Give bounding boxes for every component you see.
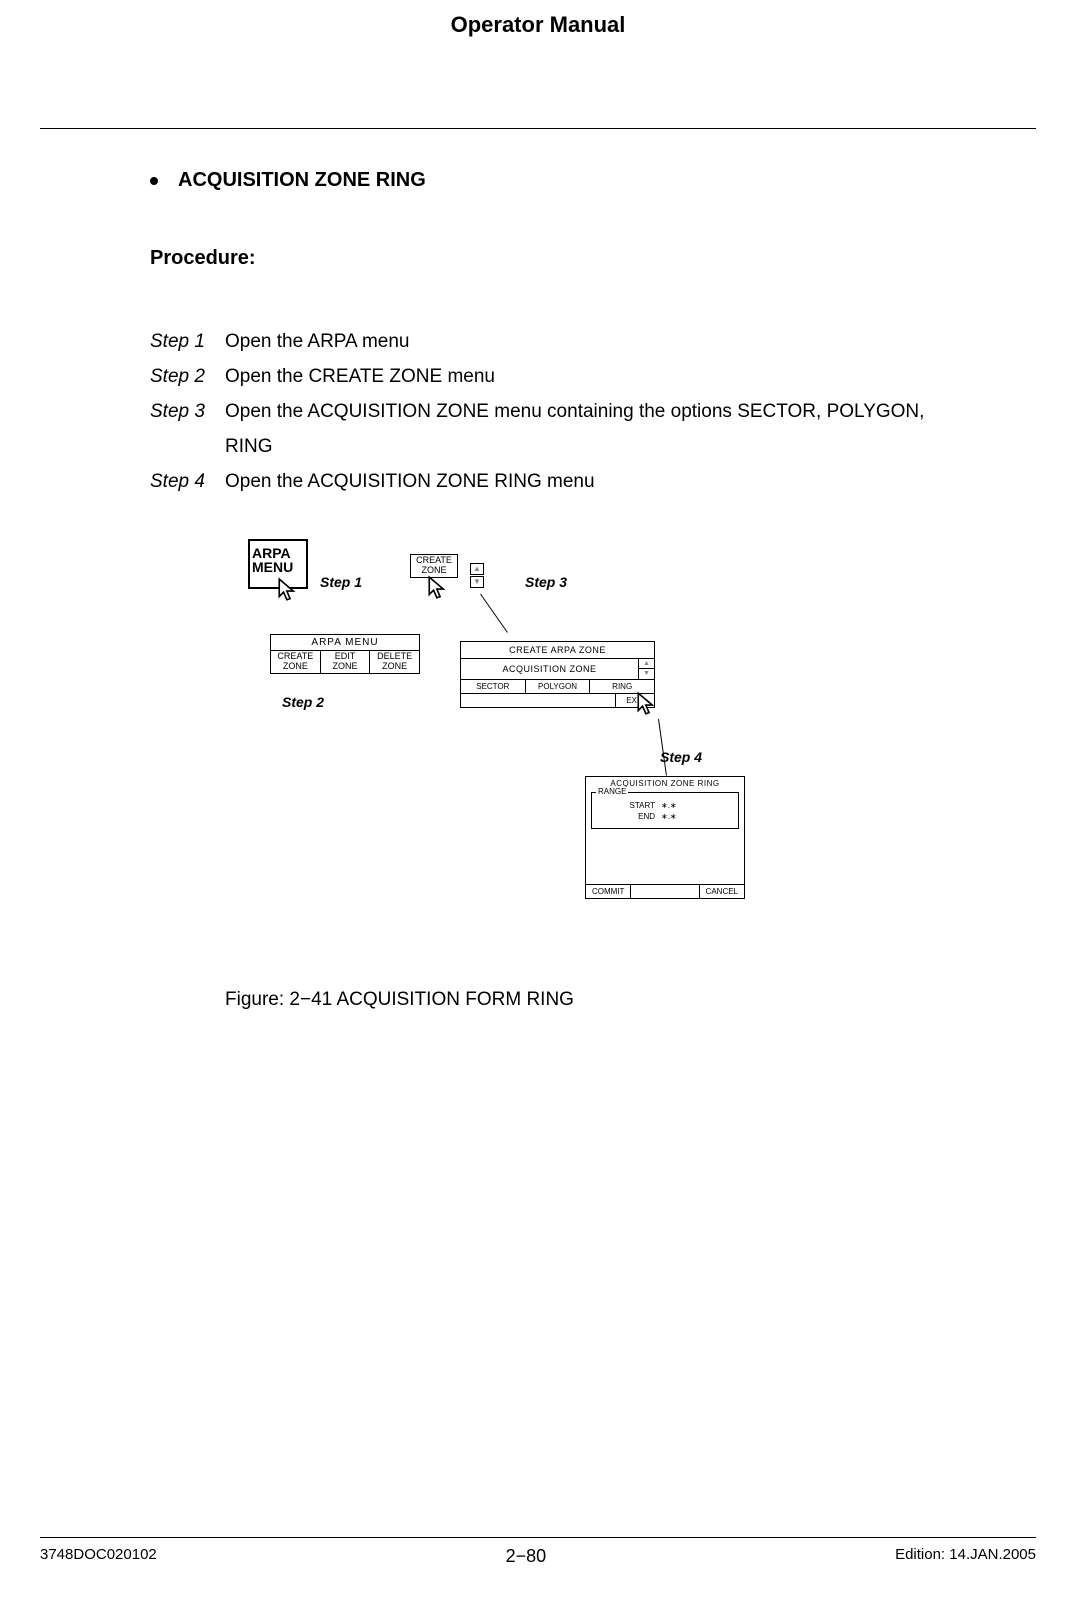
step3-callout: Step 3 <box>525 574 567 590</box>
figure-diagram: ARPA MENU Step 1 ARPA MENU CREATEZONE ED… <box>240 539 976 979</box>
divider-top <box>40 128 1036 129</box>
cursor-icon <box>276 577 302 603</box>
caz-title: CREATE ARPA ZONE <box>461 642 654 658</box>
step4-callout: Step 4 <box>660 749 702 765</box>
arpa-submenu-title: ARPA MENU <box>271 635 419 650</box>
scroll-arrows: ▲ ▼ <box>470 563 486 589</box>
step-row: Step 1 Open the ARPA menu <box>150 325 976 359</box>
create-arpa-zone-menu: CREATE ARPA ZONE ACQUISITION ZONE ▲ ▼ SE… <box>460 641 655 708</box>
page-header: Operator Manual <box>0 0 1076 128</box>
cancel-button[interactable]: CANCEL <box>699 885 744 898</box>
step-text: Open the ACQUISITION ZONE menu containin… <box>225 395 976 463</box>
scroll-up-icon[interactable]: ▲ <box>639 659 654 669</box>
scroll-down-icon[interactable]: ▼ <box>470 576 484 588</box>
arpa-menu-line1: ARPA <box>252 546 304 560</box>
range-label: RANGE <box>596 787 628 796</box>
section-title-text: ACQUISITION ZONE RING <box>178 169 426 192</box>
divider-bottom <box>40 1537 1036 1538</box>
scroll-down-icon[interactable]: ▼ <box>639 669 654 679</box>
step-label: Step 4 <box>150 465 225 499</box>
arpa-submenu-panel: ARPA MENU CREATEZONE EDITZONE DELETEZONE <box>270 634 420 674</box>
commit-button[interactable]: COMMIT <box>586 885 631 898</box>
steps-list: Step 1 Open the ARPA menu Step 2 Open th… <box>150 325 976 499</box>
submenu-edit-zone[interactable]: EDITZONE <box>321 651 371 673</box>
option-polygon[interactable]: POLYGON <box>526 680 591 693</box>
step-text: Open the CREATE ZONE menu <box>225 360 976 394</box>
header-title: Operator Manual <box>451 12 626 37</box>
step-label: Step 3 <box>150 395 225 429</box>
step-label: Step 1 <box>150 325 225 359</box>
arpa-menu-line2: MENU <box>252 560 304 574</box>
acquisition-zone-ring-menu: ACQUISITION ZONE RING RANGE START ∗.∗ EN… <box>585 776 745 899</box>
figure-caption: Figure: 2−41 ACQUISITION FORM RING <box>225 989 976 1011</box>
step-row: Step 2 Open the CREATE ZONE menu <box>150 360 976 394</box>
step2-callout: Step 2 <box>282 694 324 710</box>
bullet-icon <box>150 177 158 185</box>
footer-doc-id: 3748DOC020102 <box>40 1546 157 1567</box>
connector-line <box>658 719 667 776</box>
start-value[interactable]: ∗.∗ <box>661 801 677 810</box>
step-row: Step 4 Open the ACQUISITION ZONE RING me… <box>150 465 976 499</box>
connector-line <box>480 594 508 633</box>
content-area: ACQUISITION ZONE RING Procedure: Step 1 … <box>0 169 1076 1011</box>
footer-edition: Edition: 14.JAN.2005 <box>895 1546 1036 1567</box>
cursor-icon <box>426 575 452 601</box>
step-text: Open the ACQUISITION ZONE RING menu <box>225 465 976 499</box>
step1-callout: Step 1 <box>320 574 362 590</box>
option-sector[interactable]: SECTOR <box>461 680 526 693</box>
footer-page-number: 2−80 <box>506 1546 547 1567</box>
cursor-icon <box>635 691 661 717</box>
range-fieldset: RANGE START ∗.∗ END ∗.∗ <box>591 792 739 829</box>
submenu-delete-zone[interactable]: DELETEZONE <box>370 651 419 673</box>
end-value[interactable]: ∗.∗ <box>661 812 677 821</box>
step-row: Step 3 Open the ACQUISITION ZONE menu co… <box>150 395 976 463</box>
section-title: ACQUISITION ZONE RING <box>150 169 976 192</box>
step-label: Step 2 <box>150 360 225 394</box>
caz-subtitle: ACQUISITION ZONE <box>461 660 638 678</box>
page-footer: 3748DOC020102 2−80 Edition: 14.JAN.2005 <box>40 1537 1036 1567</box>
end-label: END <box>617 812 655 821</box>
step-text: Open the ARPA menu <box>225 325 976 359</box>
procedure-label: Procedure: <box>150 247 976 270</box>
start-label: START <box>617 801 655 810</box>
submenu-create-zone[interactable]: CREATEZONE <box>271 651 321 673</box>
scroll-up-icon[interactable]: ▲ <box>470 563 484 575</box>
